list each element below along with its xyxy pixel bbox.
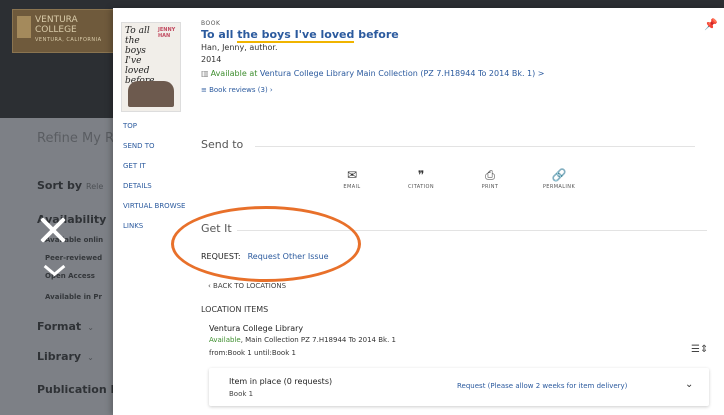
citation-icon: ❞ (417, 168, 425, 182)
email-icon: ✉ (346, 168, 358, 182)
sidenav-links[interactable]: LINKS (123, 222, 185, 230)
sidenav-get-it[interactable]: GET IT (123, 162, 185, 170)
book-icon: ▥ (201, 69, 209, 78)
location-name: Ventura College Library (209, 324, 304, 333)
full-record-panel: 📌 To all the boys I've loved before JENN… (113, 8, 724, 415)
cover-author: JENNY HAN (158, 27, 176, 39)
sidenav-top[interactable]: TOP (123, 122, 185, 130)
location-item-row[interactable]: Item in place (0 requests) Book 1 Reques… (209, 368, 709, 406)
request-other-issue-link[interactable]: Request Other Issue (248, 252, 329, 261)
facet-publication[interactable]: Publication I (37, 383, 115, 396)
record-author: Han, Jenny, author. (201, 43, 278, 52)
pin-icon[interactable]: 📌 (704, 18, 718, 31)
location-range: from:Book 1 until:Book 1 (209, 349, 296, 357)
send-to-title: Send to (201, 138, 244, 151)
book-reviews-link[interactable]: ≡ Book reviews (3) › (201, 86, 273, 94)
record-sidenav: TOP SEND TO GET IT DETAILS VIRTUAL BROWS… (123, 122, 185, 242)
print-icon: ⎙ (485, 168, 495, 182)
chevron-down-icon: ⌄ (87, 323, 94, 332)
item-status: Item in place (0 requests) (229, 377, 333, 386)
chevron-down-icon: ⌄ (87, 353, 94, 362)
sort-by[interactable]: Sort by Rele (37, 179, 103, 192)
print-button[interactable]: ⎙ PRINT (468, 168, 512, 190)
location-items-label: LOCATION ITEMS (201, 305, 269, 314)
email-button[interactable]: ✉ EMAIL (330, 168, 374, 190)
sort-icon[interactable]: ☰⇕ (691, 344, 708, 355)
record-type: BOOK (201, 20, 221, 27)
book-cover[interactable]: To all the boys I've loved before JENNY … (121, 22, 181, 112)
close-icon[interactable] (37, 214, 69, 246)
sidenav-virtual-browse[interactable]: VIRTUAL BROWSE (123, 202, 185, 210)
cover-illustration (128, 81, 174, 107)
request-row: REQUEST: Request Other Issue (201, 252, 329, 261)
facet-item[interactable]: Available in Pr (45, 293, 102, 301)
facet-item[interactable]: Peer-reviewed (45, 254, 102, 262)
availability-link[interactable]: ▥ Available at Ventura College Library Ma… (201, 69, 545, 78)
seal-icon (17, 16, 31, 38)
chevron-down-icon[interactable] (42, 263, 66, 279)
sidenav-send-to[interactable]: SEND TO (123, 142, 185, 150)
facet-library[interactable]: Library ⌄ (37, 350, 94, 363)
permalink-button[interactable]: 🔗 PERMALINK (537, 168, 581, 190)
citation-button[interactable]: ❞ CITATION (399, 168, 443, 190)
divider (255, 146, 695, 147)
location-status: Available, Main Collection PZ 7.H18944 T… (209, 336, 396, 344)
item-request-link[interactable]: Request (Please allow 2 weeks for item d… (457, 382, 627, 390)
back-to-locations-link[interactable]: ‹ BACK TO LOCATIONS (208, 282, 286, 290)
record-year: 2014 (201, 55, 222, 64)
refine-title: Refine My R (37, 131, 115, 146)
sidenav-details[interactable]: DETAILS (123, 182, 185, 190)
permalink-icon: 🔗 (551, 168, 567, 182)
chevron-right-icon: > (537, 69, 545, 78)
item-book: Book 1 (229, 390, 254, 398)
chevron-down-icon[interactable]: ⌄ (685, 379, 693, 390)
facet-format[interactable]: Format ⌄ (37, 320, 94, 333)
cover-title: To all the boys I've loved before (125, 26, 154, 86)
highlight-annotation-ring (171, 206, 361, 282)
list-icon: ≡ (201, 86, 210, 94)
record-title[interactable]: To all the boys I've loved before (201, 28, 399, 43)
